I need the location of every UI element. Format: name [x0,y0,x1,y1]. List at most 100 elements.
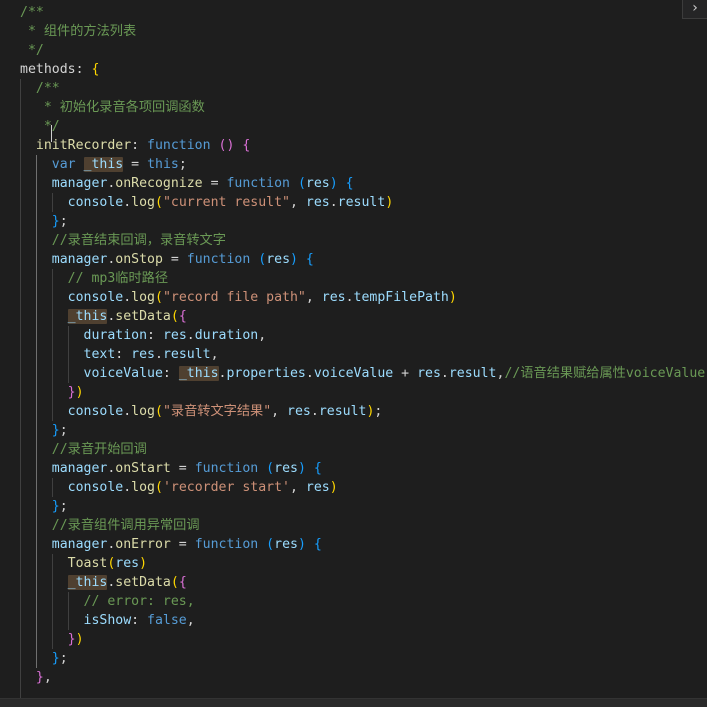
code-line[interactable]: }; [20,212,707,231]
code-line[interactable]: text: res.result, [20,345,707,364]
code-line[interactable]: manager.onStop = function (res) { [20,250,707,269]
code-token: : [162,366,179,381]
code-token: log [131,195,155,210]
code-line[interactable]: initRecorder: function () { [20,136,707,155]
code-line[interactable]: manager.onRecognize = function (res) { [20,174,707,193]
code-token: res [131,347,155,362]
indent-guide [35,193,37,212]
code-token: ( [297,176,306,191]
indent-guide [20,592,21,611]
indent-guide [20,440,21,459]
code-token: res [305,480,330,495]
code-token: function [194,537,259,552]
indent-guide [67,364,69,383]
code-token: . [123,195,132,210]
code-token: res [305,176,330,191]
indent-guide [35,155,37,174]
code-token: } [51,423,60,438]
indent-guide [35,288,37,307]
indent-guide [51,592,53,611]
code-line[interactable]: //录音结束回调，录音转文字 [20,231,707,250]
code-line[interactable]: duration: res.duration, [20,326,707,345]
code-token: tempFilePath [353,290,449,305]
indent-guide [35,478,37,497]
code-line[interactable]: isShow: false, [20,611,707,630]
indent-guide [35,573,37,592]
code-token: : [131,138,148,153]
code-token: { [178,309,187,324]
code-token: //录音组件调用异常回调 [51,518,200,533]
code-line[interactable]: }) [20,630,707,649]
code-content: // mp3临时路径 [20,271,168,286]
code-line[interactable]: }; [20,421,707,440]
horizontal-scrollbar[interactable] [0,698,707,707]
code-line[interactable]: methods: { [20,60,707,79]
code-line[interactable]: }; [20,497,707,516]
indent-guide [20,212,21,231]
code-token: () [218,138,235,153]
code-line[interactable]: //录音组件调用异常回调 [20,516,707,535]
indent-guide [51,307,53,326]
code-editor[interactable]: /** * 组件的方法列表 */ methods: {/** * 初始化录音各项回… [0,0,707,707]
code-area[interactable]: /** * 组件的方法列表 */ methods: {/** * 初始化录音各项回… [20,3,707,706]
code-line[interactable]: }; [20,649,707,668]
code-token: _this [178,366,219,381]
code-token: ; [59,651,68,666]
code-token: ; [59,214,68,229]
code-line[interactable]: // mp3临时路径 [20,269,707,288]
code-token: manager [51,176,108,191]
code-token: manager [51,252,108,267]
code-line[interactable]: /** [20,79,707,98]
code-line[interactable]: _this.setData({ [20,307,707,326]
code-line[interactable]: console.log("record file path", res.temp… [20,288,707,307]
code-token: ( [266,461,275,476]
code-line[interactable]: console.log('recorder start', res) [20,478,707,497]
code-line[interactable]: */ [20,117,707,136]
indent-guide [35,516,37,535]
code-token: ) [385,195,394,210]
code-token: setData [115,309,171,324]
code-token: , [305,290,322,305]
code-line[interactable]: console.log("current result", res.result… [20,193,707,212]
code-line[interactable]: voiceValue: _this.properties.voiceValue … [20,364,707,383]
code-line[interactable]: var _this = this; [20,155,707,174]
code-line[interactable]: // error: res, [20,592,707,611]
code-token: : [115,347,132,362]
code-token: result [448,366,497,381]
code-line[interactable]: console.log("录音转文字结果", res.result); [20,402,707,421]
chevron-right-icon[interactable]: › [682,0,707,19]
code-line[interactable]: * 初始化录音各项回调函数 [20,98,707,117]
code-line[interactable]: _this.setData({ [20,573,707,592]
code-line[interactable]: Toast(res) [20,554,707,573]
indent-guide [20,307,21,326]
indent-guide [20,573,21,592]
code-line[interactable]: manager.onStart = function (res) { [20,459,707,478]
code-token: . [310,404,319,419]
code-line[interactable]: /** [20,3,707,22]
code-line[interactable]: manager.onError = function (res) { [20,535,707,554]
indent-guide [35,174,37,193]
code-line[interactable]: //录音开始回调 [20,440,707,459]
code-token: ) [290,252,298,267]
code-line[interactable]: * 组件的方法列表 [20,22,707,41]
code-token: res [274,537,298,552]
indent-guide [67,611,69,630]
code-token: "record file path" [162,290,306,305]
indent-guide [51,573,53,592]
indent-guide [20,345,21,364]
indent-guide [35,364,37,383]
indent-guide [20,383,21,402]
code-token: . [345,290,354,305]
code-line[interactable]: */ [20,41,707,60]
code-token: ) [75,632,84,647]
code-content: /** [20,81,60,96]
code-token: this [147,157,179,172]
code-content: voiceValue: _this.properties.voiceValue … [20,366,705,381]
code-content: manager.onError = function (res) { [20,537,322,552]
code-line[interactable]: }) [20,383,707,402]
code-content: }, [20,670,52,685]
code-line[interactable]: }, [20,668,707,687]
